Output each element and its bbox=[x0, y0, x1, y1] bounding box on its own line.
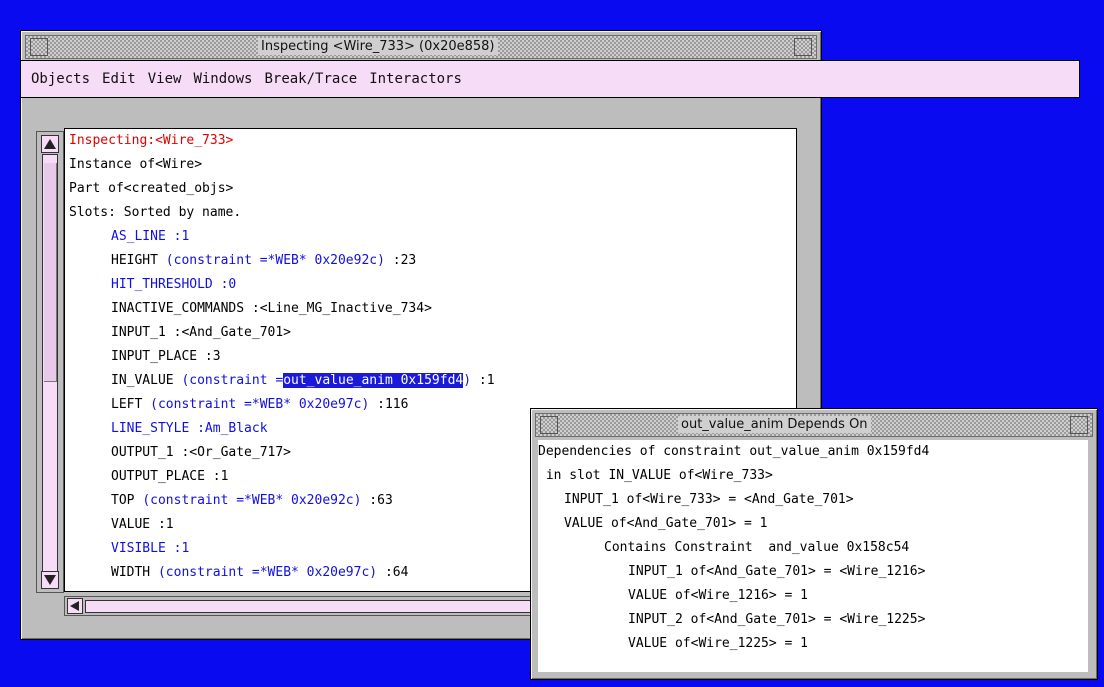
inspecting-label: Inspecting: bbox=[69, 133, 156, 148]
scroll-down-arrow-icon[interactable] bbox=[41, 571, 59, 589]
inspector-title-bar[interactable]: Inspecting <Wire_733> (0x20e858) bbox=[25, 35, 817, 59]
slot-name: TOP bbox=[111, 493, 135, 508]
inspector-window-title: Inspecting <Wire_733> (0x20e858) bbox=[258, 38, 498, 55]
dependency-item[interactable]: VALUE of<Wire_1225> = 1 bbox=[628, 632, 808, 656]
slot-top[interactable]: TOP (constraint =*WEB* 0x20e92c) :63 bbox=[111, 489, 393, 513]
menu-interactors[interactable]: Interactors bbox=[369, 71, 462, 87]
slot-visible[interactable]: VISIBLE :1 bbox=[111, 537, 189, 561]
slot-in-value[interactable]: IN_VALUE (constraint =out_value_anim 0x1… bbox=[111, 369, 495, 393]
slot-as-line[interactable]: AS_LINE :1 bbox=[111, 225, 189, 249]
inspector-menu-bar: Objects Edit View Windows Break/Trace In… bbox=[20, 60, 1080, 98]
constraint-suffix: ) bbox=[463, 373, 472, 388]
slot-value: :116 bbox=[377, 397, 409, 412]
dependency-item[interactable]: VALUE of<And_Gate_701> = 1 bbox=[564, 512, 768, 536]
menu-objects[interactable]: Objects bbox=[31, 71, 90, 87]
scroll-up-arrow-icon[interactable] bbox=[41, 135, 59, 153]
slot-line-style[interactable]: LINE_STYLE :Am_Black bbox=[111, 417, 268, 441]
selected-constraint[interactable]: out_value_anim 0x159fd4 bbox=[283, 373, 464, 388]
scroll-left-arrow-icon[interactable] bbox=[67, 598, 83, 614]
window-menu-button[interactable] bbox=[30, 38, 48, 56]
slot-value: :1 bbox=[478, 373, 495, 388]
slot-name: WIDTH bbox=[111, 565, 151, 580]
constraint-prefix: (constraint = bbox=[181, 373, 284, 388]
part-of-line[interactable]: Part of<created_objs> bbox=[69, 177, 233, 201]
dependencies-heading: Dependencies of constraint out_value_ani… bbox=[538, 444, 930, 459]
dependencies-slot-line: in slot IN_VALUE of<Wire_733> bbox=[538, 468, 773, 483]
window-menu-button[interactable] bbox=[540, 416, 558, 434]
slot-width[interactable]: WIDTH (constraint =*WEB* 0x20e97c) :64 bbox=[111, 561, 408, 585]
instance-of-line[interactable]: Instance of<Wire> bbox=[69, 153, 202, 177]
menu-view[interactable]: View bbox=[148, 71, 182, 87]
menu-break-trace[interactable]: Break/Trace bbox=[264, 71, 357, 87]
contains-constraint-line[interactable]: Contains Constraint and_value 0x158c54 bbox=[604, 536, 909, 560]
slot-value[interactable]: VALUE :1 bbox=[111, 513, 174, 537]
maximize-button[interactable] bbox=[1070, 416, 1088, 434]
vertical-scroll-thumb[interactable] bbox=[44, 163, 57, 382]
slot-value: :64 bbox=[384, 565, 409, 580]
dependency-item[interactable]: INPUT_1 of<Wire_733> = <And_Gate_701> bbox=[564, 488, 854, 512]
dependency-item[interactable]: INPUT_1 of<And_Gate_701> = <Wire_1216> bbox=[628, 560, 925, 584]
slot-inactive-commands[interactable]: INACTIVE_COMMANDS :<Line_MG_Inactive_734… bbox=[111, 297, 432, 321]
inspecting-object-link[interactable]: <Wire_733> bbox=[155, 133, 233, 148]
slot-input-1[interactable]: INPUT_1 :<And_Gate_701> bbox=[111, 321, 291, 345]
dependency-item[interactable]: VALUE of<Wire_1216> = 1 bbox=[628, 584, 808, 608]
slot-value: :63 bbox=[369, 493, 393, 508]
slot-input-place[interactable]: INPUT_PLACE :3 bbox=[111, 345, 221, 369]
menu-edit[interactable]: Edit bbox=[102, 71, 136, 87]
maximize-button[interactable] bbox=[794, 38, 812, 56]
depends-title-bar[interactable]: out_value_anim Depends On bbox=[535, 413, 1093, 437]
slot-name: LEFT bbox=[111, 397, 143, 412]
slot-output-1[interactable]: OUTPUT_1 :<Or_Gate_717> bbox=[111, 441, 291, 465]
slot-name: IN_VALUE bbox=[111, 373, 174, 388]
dependency-item[interactable]: INPUT_2 of<And_Gate_701> = <Wire_1225> bbox=[628, 608, 925, 632]
constraint-link[interactable]: (constraint =*WEB* 0x20e92c) bbox=[166, 253, 385, 268]
slot-height[interactable]: HEIGHT (constraint =*WEB* 0x20e92c) :23 bbox=[111, 249, 416, 273]
slot-output-place[interactable]: OUTPUT_PLACE :1 bbox=[111, 465, 228, 489]
inspecting-line: Inspecting:<Wire_733> bbox=[69, 129, 233, 153]
vertical-scrollbar[interactable] bbox=[36, 131, 64, 593]
dependencies-content[interactable]: Dependencies of constraint out_value_ani… bbox=[538, 440, 1088, 672]
constraint-link[interactable]: (constraint =*WEB* 0x20e97c) bbox=[158, 565, 377, 580]
slot-hit-threshold[interactable]: HIT_THRESHOLD :0 bbox=[111, 273, 236, 297]
menu-windows[interactable]: Windows bbox=[193, 71, 252, 87]
slot-name: HEIGHT bbox=[111, 253, 158, 268]
depends-window-title: out_value_anim Depends On bbox=[678, 416, 871, 433]
slots-heading: Slots: Sorted by name. bbox=[69, 205, 242, 220]
slot-left[interactable]: LEFT (constraint =*WEB* 0x20e97c) :116 bbox=[111, 393, 408, 417]
vertical-scroll-track[interactable] bbox=[42, 154, 58, 586]
slot-value: :23 bbox=[392, 253, 417, 268]
constraint-link[interactable]: (constraint =*WEB* 0x20e92c) bbox=[142, 493, 361, 508]
constraint-link[interactable]: (constraint =*WEB* 0x20e97c) bbox=[150, 397, 369, 412]
